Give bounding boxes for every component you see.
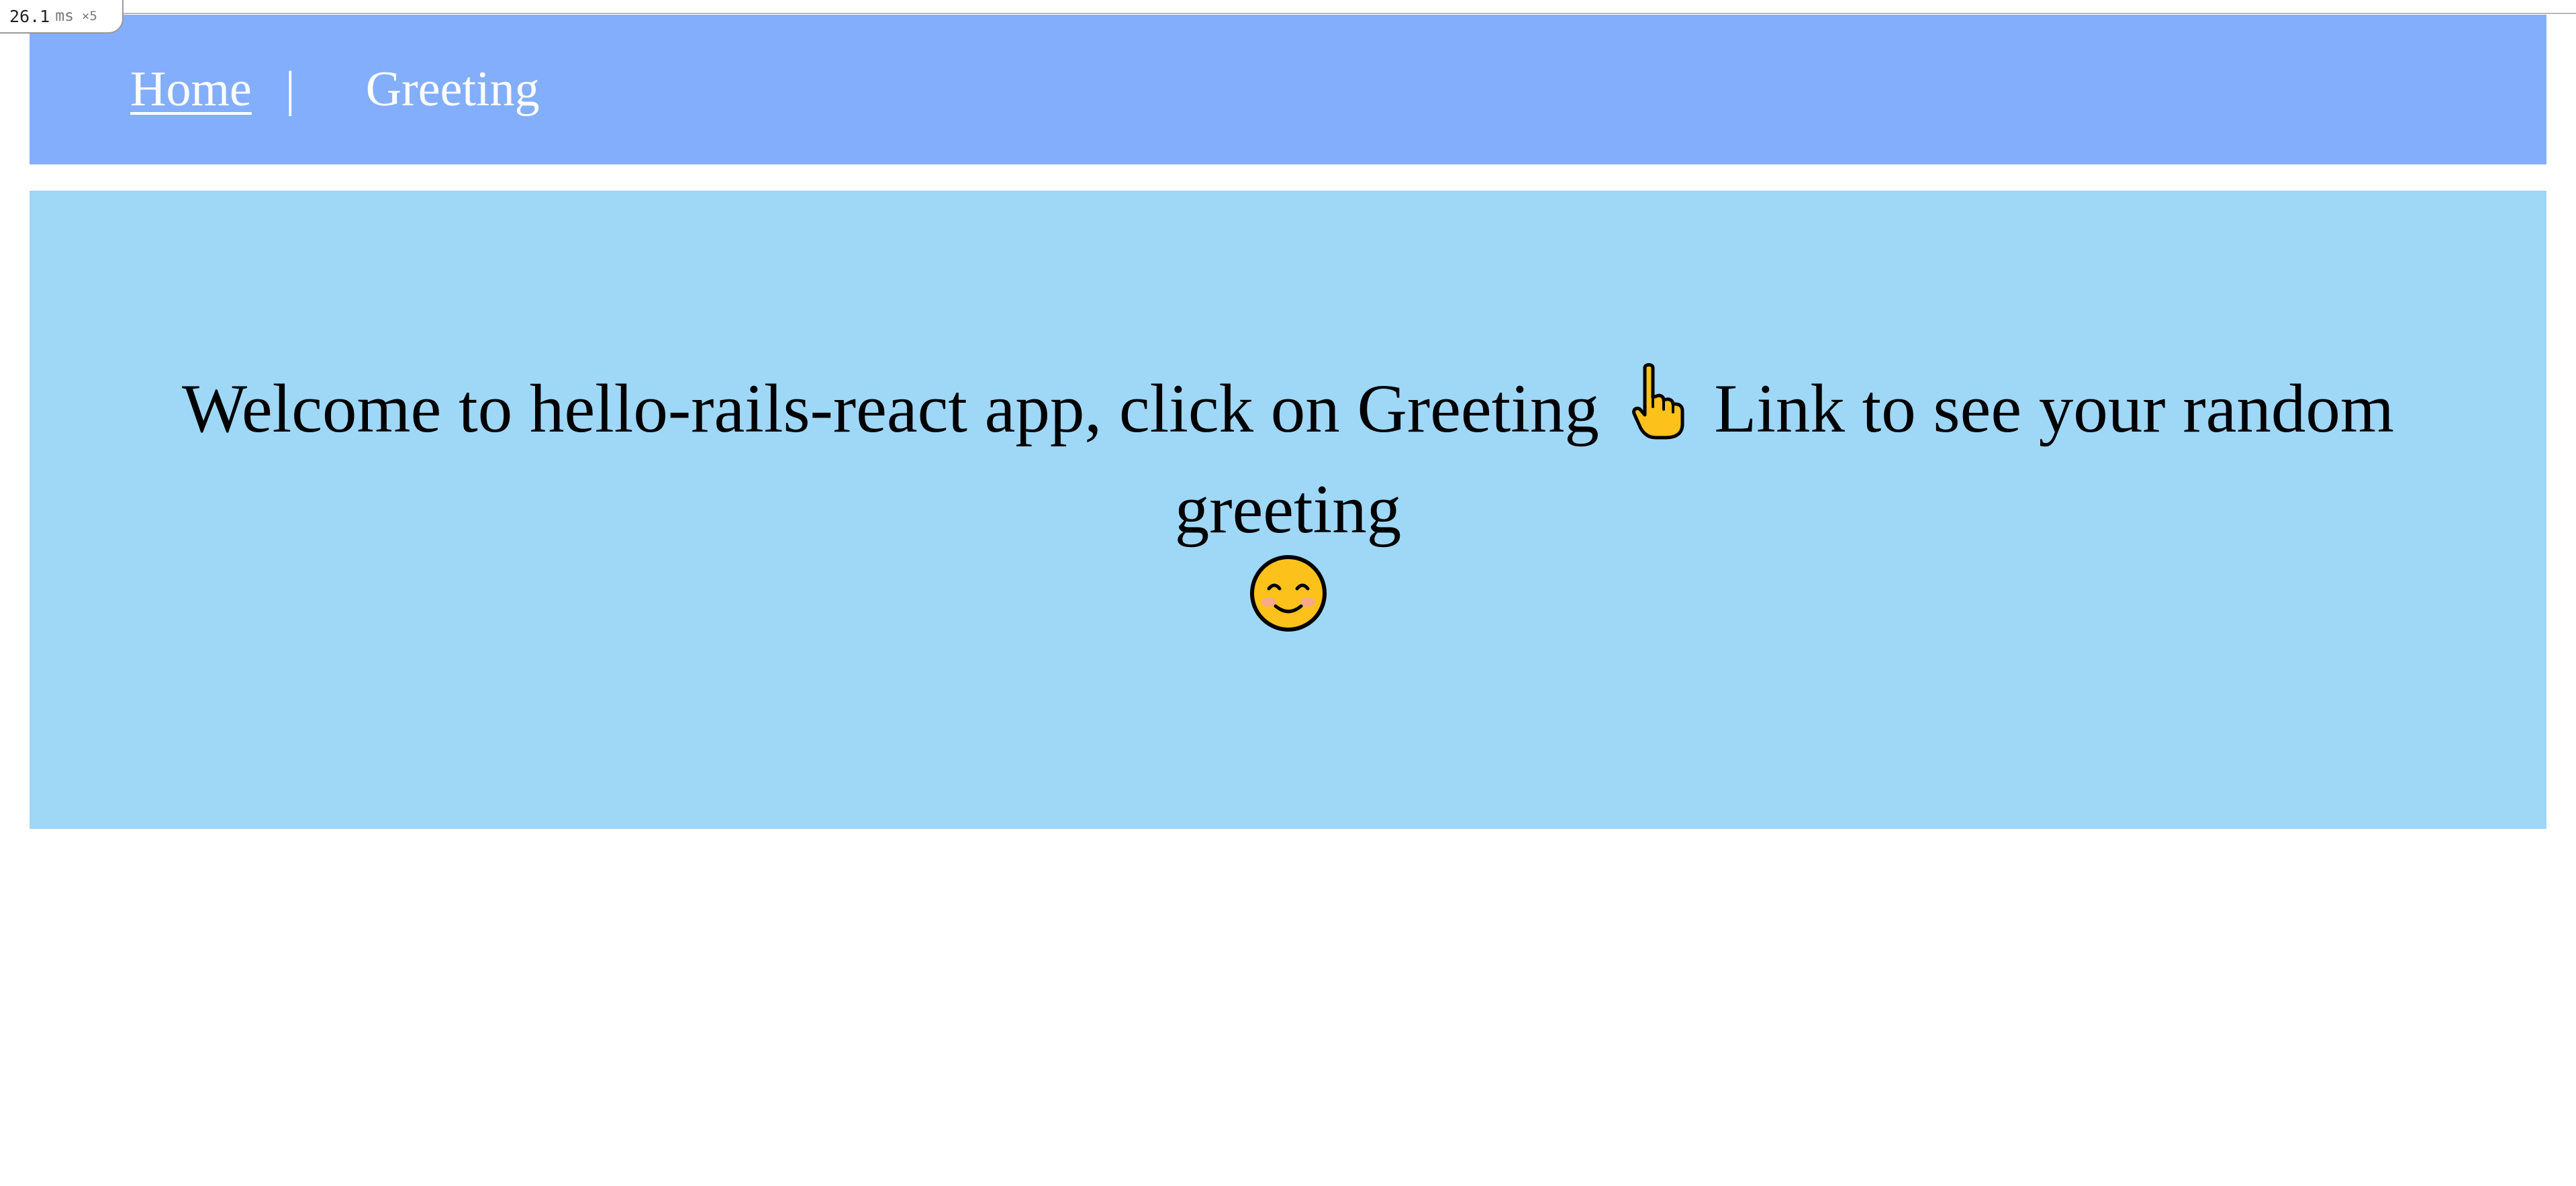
smiling-face-icon [1249,554,1328,654]
top-divider [124,13,2576,14]
pointing-up-hand-icon [1617,362,1697,466]
perf-run-count: ×5 [81,9,97,23]
performance-badge: 26.1 ms ×5 [0,0,124,34]
welcome-text-start: Welcome to hello-rails-react app, click … [181,370,1599,448]
perf-time-value: 26.1 [9,6,50,26]
nav-separator: | [285,62,295,117]
nav-link-home[interactable]: Home [130,61,252,118]
welcome-message: Welcome to hello-rails-react app, click … [70,362,2506,654]
navbar: Home | Greeting [30,15,2546,164]
perf-time-unit: ms [55,7,74,25]
welcome-panel: Welcome to hello-rails-react app, click … [30,191,2546,829]
nav-link-greeting[interactable]: Greeting [366,61,540,118]
